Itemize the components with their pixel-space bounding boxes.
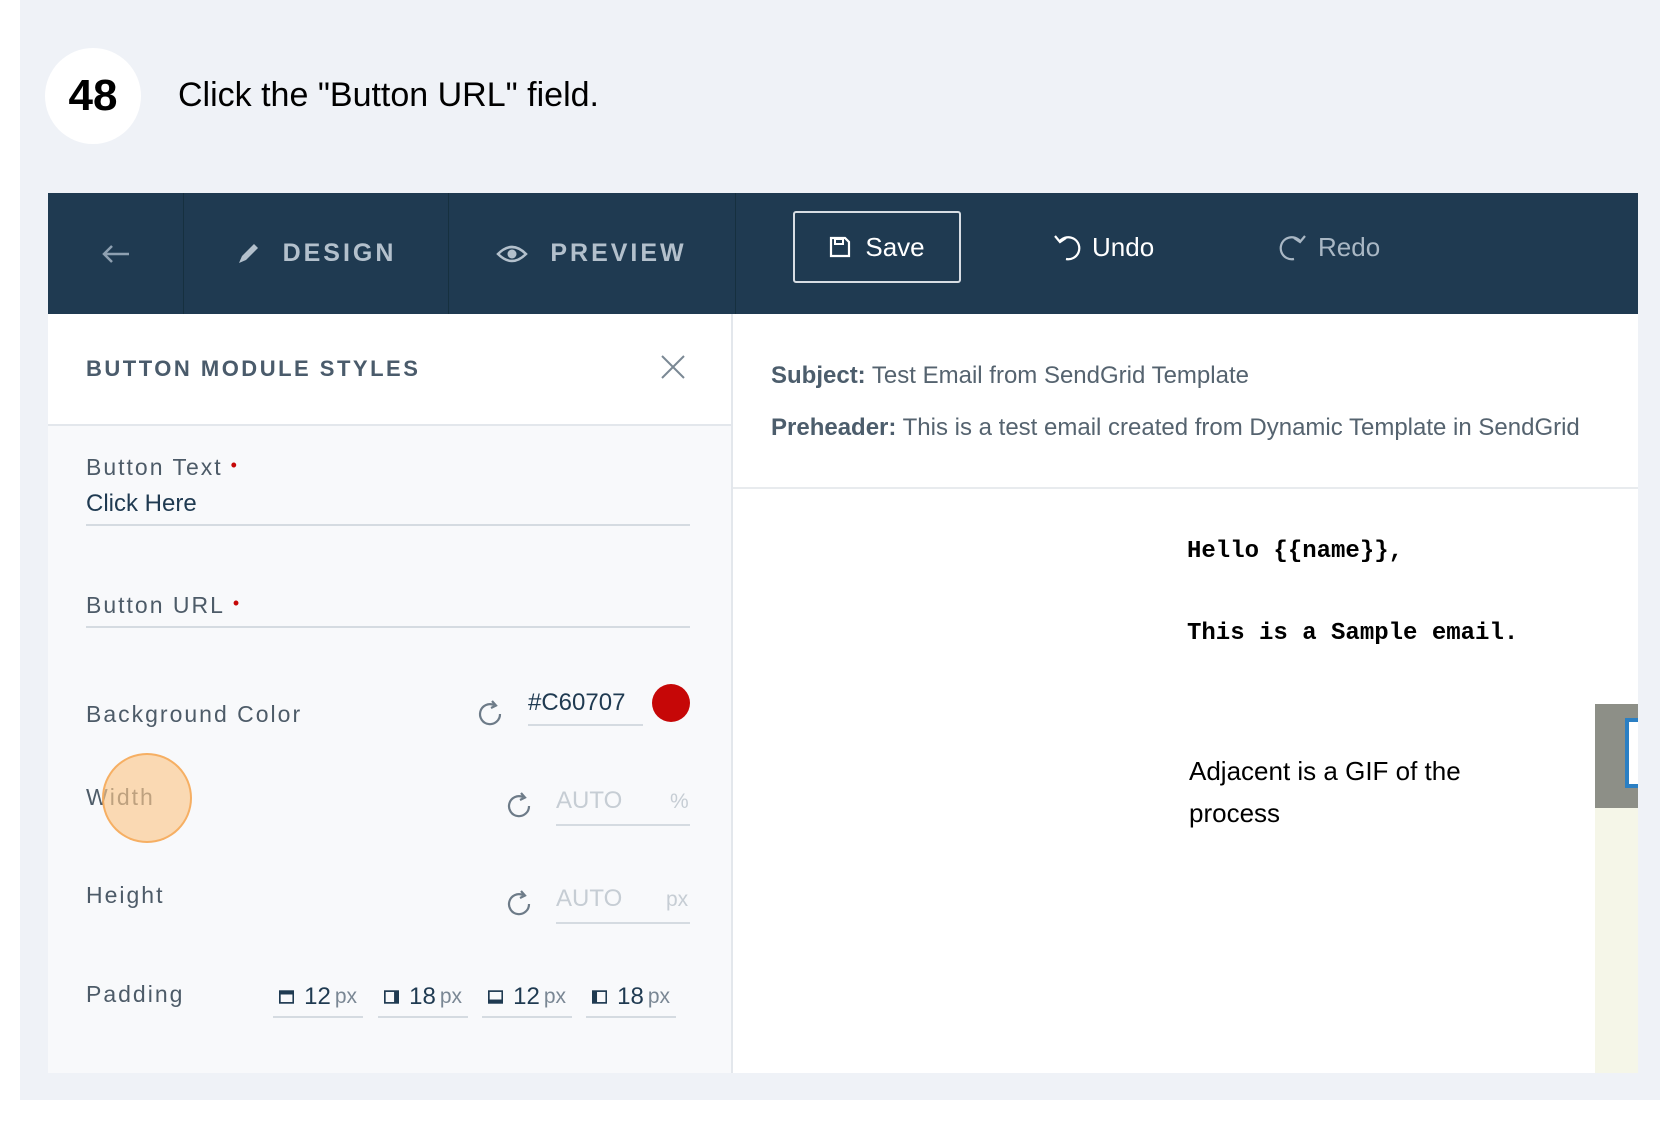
- close-icon[interactable]: [658, 352, 688, 382]
- height-unit: px: [666, 888, 689, 911]
- padding-label: Padding: [86, 981, 185, 1007]
- gif-frame: [1595, 704, 1638, 808]
- email-meta: Subject: Test Email from SendGrid Templa…: [733, 314, 1638, 489]
- save-button[interactable]: Save: [793, 211, 961, 283]
- tab-design-label: DESIGN: [282, 239, 397, 267]
- preheader-label: Preheader:: [771, 414, 897, 441]
- redo-icon: [1279, 235, 1306, 261]
- back-arrow-icon: [101, 244, 129, 263]
- button-url-underline: [86, 626, 690, 628]
- subject-label: Subject:: [771, 362, 866, 389]
- padding-right-icon: [384, 990, 400, 1004]
- subject-value: Test Email from SendGrid Template: [871, 362, 1249, 389]
- padding-top-unit: px: [334, 985, 357, 1008]
- padding-top-input[interactable]: 12 px: [273, 978, 363, 1018]
- padding-left-value: 18: [617, 983, 644, 1010]
- height-underline: [556, 922, 690, 924]
- undo-icon: [1054, 235, 1081, 261]
- reset-icon[interactable]: [503, 790, 535, 822]
- click-indicator: [102, 753, 192, 843]
- background-color-input[interactable]: #C60707: [528, 689, 625, 717]
- eye-icon: [496, 245, 529, 262]
- button-url-label: Button URL •: [86, 592, 241, 619]
- pencil-icon: [238, 243, 258, 263]
- back-button[interactable]: [48, 193, 184, 314]
- padding-left-unit: px: [647, 985, 670, 1008]
- required-marker: •: [230, 455, 239, 475]
- email-body-line: This is a Sample email.: [1187, 620, 1519, 647]
- required-marker: •: [232, 593, 242, 613]
- tab-preview-label: PREVIEW: [550, 239, 687, 267]
- panel-title: BUTTON MODULE STYLES: [86, 356, 421, 381]
- padding-left-icon: [592, 990, 608, 1004]
- save-label: Save: [865, 231, 925, 262]
- preheader-value: This is a test email created from Dynami…: [902, 414, 1580, 441]
- padding-bottom-input[interactable]: 12 px: [482, 978, 572, 1018]
- preheader-row: Preheader: This is a test email created …: [771, 414, 1580, 442]
- width-unit: %: [670, 790, 689, 813]
- redo-label: Redo: [1318, 231, 1381, 262]
- subject-row: Subject: Test Email from SendGrid Templa…: [771, 362, 1249, 390]
- process-gif: [1595, 704, 1638, 1073]
- padding-top-value: 12: [304, 983, 331, 1010]
- padding-right-value: 18: [409, 983, 436, 1010]
- width-underline: [556, 824, 690, 826]
- editor-toolbar: DESIGN PREVIEW Save Undo Redo: [48, 193, 1638, 314]
- step-number-badge: 48: [45, 48, 141, 144]
- undo-button[interactable]: Undo: [1052, 211, 1154, 283]
- button-text-label: Button Text •: [86, 454, 239, 481]
- gif-window: [1625, 718, 1638, 788]
- tab-preview[interactable]: PREVIEW: [448, 193, 736, 314]
- button-url-label-text: Button URL: [86, 592, 225, 618]
- color-swatch[interactable]: [652, 684, 690, 722]
- height-label: Height: [86, 882, 165, 908]
- tab-design[interactable]: DESIGN: [183, 193, 449, 314]
- button-text-underline: [86, 524, 690, 526]
- email-greeting: Hello {{name}},: [1187, 538, 1404, 565]
- button-module-styles-panel: BUTTON MODULE STYLES Button Text • Click …: [48, 314, 733, 1073]
- reset-icon[interactable]: [474, 698, 506, 730]
- button-text-input[interactable]: Click Here: [86, 490, 197, 518]
- padding-left-input[interactable]: 18 px: [586, 978, 676, 1018]
- padding-bottom-unit: px: [543, 985, 566, 1008]
- height-input[interactable]: AUTO: [556, 885, 622, 913]
- save-icon: [830, 236, 851, 258]
- padding-top-icon: [279, 990, 295, 1004]
- email-preview: Subject: Test Email from SendGrid Templa…: [733, 314, 1638, 1073]
- step-instruction: Click the "Button URL" field.: [178, 76, 599, 114]
- undo-label: Undo: [1092, 231, 1155, 262]
- button-text-label-text: Button Text: [86, 454, 223, 480]
- background-color-underline: [528, 724, 643, 726]
- width-input[interactable]: AUTO: [556, 787, 622, 815]
- padding-bottom-icon: [488, 990, 504, 1004]
- padding-bottom-value: 12: [513, 983, 540, 1010]
- redo-button[interactable]: Redo: [1278, 211, 1380, 283]
- background-color-label: Background Color: [86, 701, 303, 727]
- padding-right-unit: px: [439, 985, 462, 1008]
- editor-app: DESIGN PREVIEW Save Undo Redo BUTTON MOD…: [48, 193, 1638, 1073]
- reset-icon[interactable]: [503, 888, 535, 920]
- panel-header: BUTTON MODULE STYLES: [48, 314, 731, 426]
- padding-right-input[interactable]: 18 px: [378, 978, 468, 1018]
- adjacent-text: Adjacent is a GIF of the process: [1189, 756, 1461, 828]
